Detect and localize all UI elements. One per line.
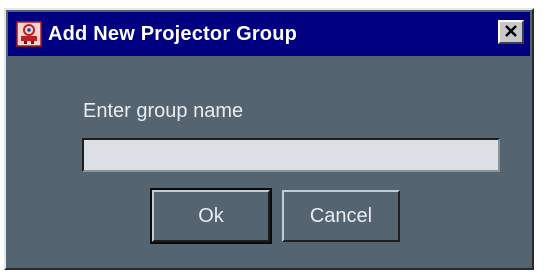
projector-group-icon <box>14 19 44 49</box>
cancel-button[interactable]: Cancel <box>282 190 400 242</box>
close-icon <box>504 24 518 41</box>
close-button[interactable] <box>498 20 524 44</box>
group-name-input[interactable] <box>82 138 500 172</box>
title-bar[interactable]: Add New Projector Group <box>8 12 530 56</box>
ok-button[interactable]: Ok <box>150 188 272 244</box>
group-name-label: Enter group name <box>83 100 244 122</box>
add-projector-group-dialog: Add New Projector Group Enter group name… <box>4 8 534 270</box>
dialog-title: Add New Projector Group <box>48 22 298 45</box>
